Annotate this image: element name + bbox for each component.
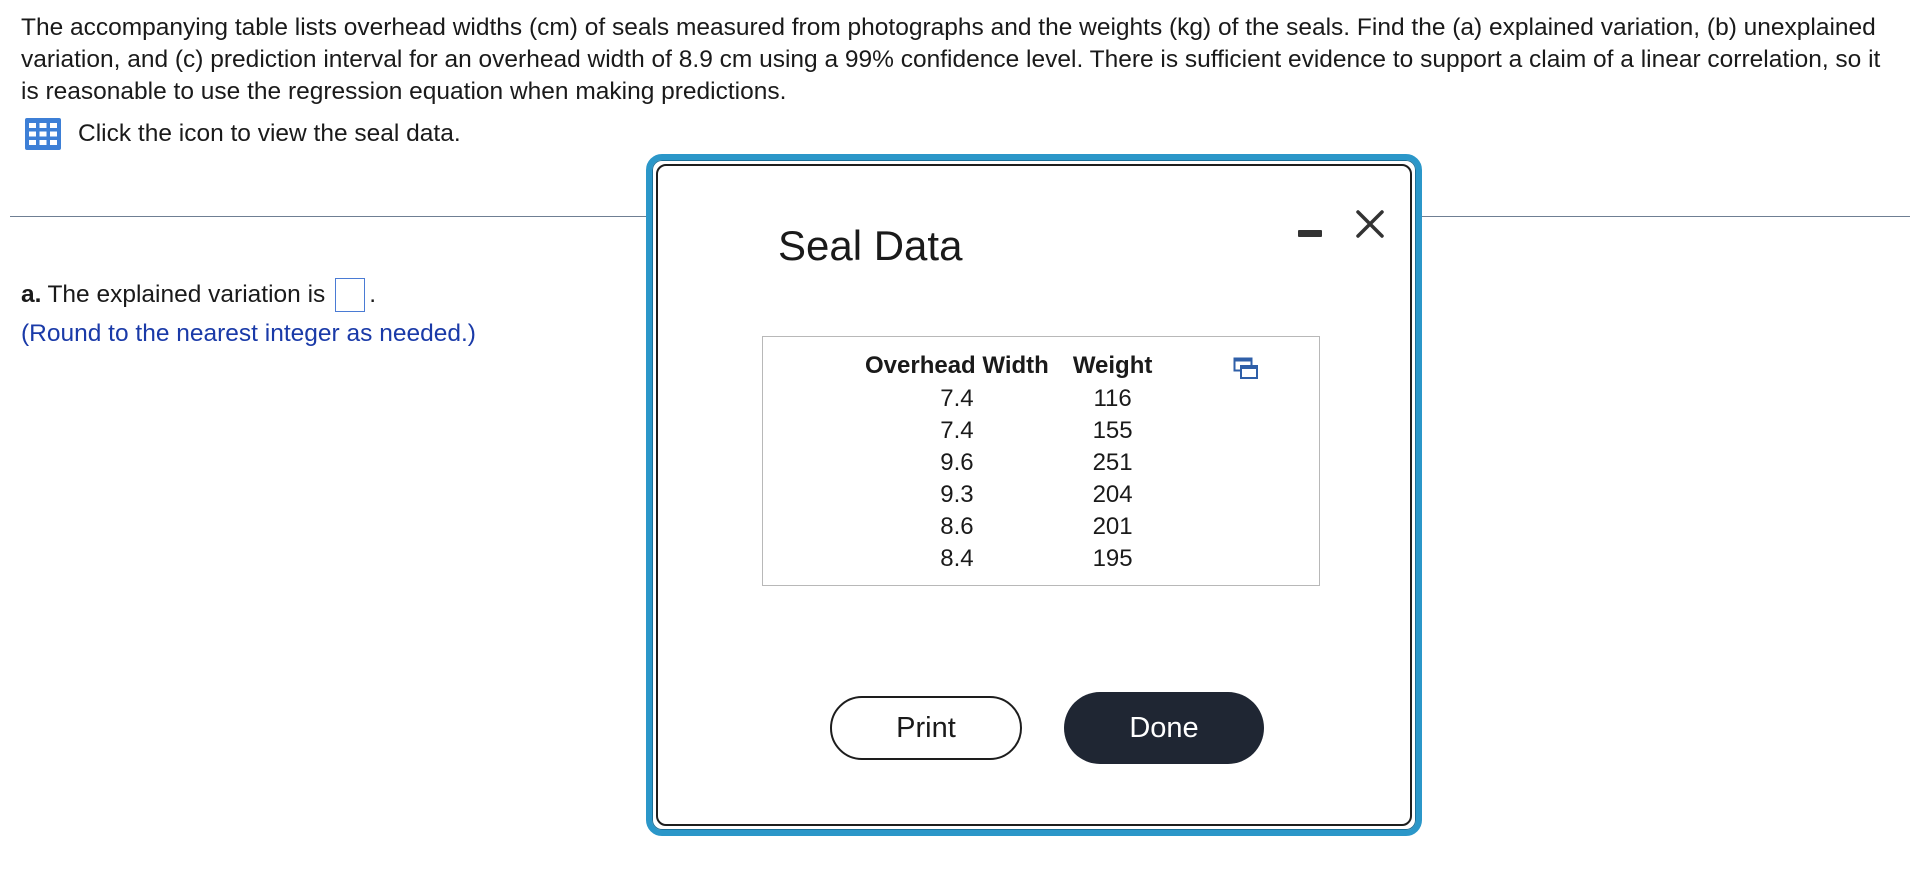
table-row: 9.3 204 bbox=[865, 479, 1176, 511]
minimize-icon bbox=[1298, 230, 1322, 237]
weight-cell: 201 bbox=[1092, 513, 1133, 540]
table-row: 9.6 251 bbox=[865, 447, 1176, 479]
overhead-width-cell: 8.4 bbox=[940, 545, 974, 572]
seal-data-table-frame: Overhead Width Weight 7.4 116 7.4 155 9.… bbox=[762, 336, 1320, 586]
rounding-hint: (Round to the nearest integer as needed.… bbox=[21, 320, 476, 347]
explained-variation-answer-box[interactable] bbox=[335, 278, 366, 312]
done-button[interactable]: Done bbox=[1064, 692, 1264, 764]
seal-data-link-text: Click the icon to view the seal data. bbox=[78, 120, 461, 147]
column-header-overhead-width: Overhead Width bbox=[865, 352, 1049, 379]
seal-data-dialog: Seal Data Overhead Width Weight 7.4 116 … bbox=[646, 154, 1422, 836]
overhead-width-cell: 9.6 bbox=[940, 449, 974, 476]
part-a-period: . bbox=[369, 281, 377, 308]
part-a-label: a. bbox=[21, 281, 42, 308]
overhead-width-cell: 7.4 bbox=[940, 385, 974, 412]
weight-cell: 204 bbox=[1092, 481, 1133, 508]
dialog-title: Seal Data bbox=[778, 222, 963, 269]
copy-icon[interactable] bbox=[1233, 357, 1259, 381]
table-row: 7.4 155 bbox=[865, 415, 1176, 447]
table-row: 8.6 201 bbox=[865, 511, 1176, 543]
table-icon[interactable] bbox=[24, 117, 62, 151]
table-header-row: Overhead Width Weight bbox=[865, 349, 1176, 383]
table-row: 7.4 116 bbox=[865, 383, 1176, 415]
overhead-width-cell: 8.6 bbox=[940, 513, 974, 540]
print-button[interactable]: Print bbox=[830, 696, 1022, 760]
overhead-width-cell: 7.4 bbox=[940, 417, 974, 444]
close-icon bbox=[1356, 210, 1384, 238]
weight-cell: 116 bbox=[1093, 385, 1132, 412]
question-text: The accompanying table lists overhead wi… bbox=[21, 14, 1881, 105]
part-a-prompt: a. The explained variation is . bbox=[21, 278, 376, 312]
part-a-text: The explained variation is bbox=[47, 281, 326, 308]
seal-data-link[interactable]: Click the icon to view the seal data. bbox=[24, 116, 461, 152]
weight-cell: 195 bbox=[1092, 545, 1133, 572]
seal-data-table: Overhead Width Weight 7.4 116 7.4 155 9.… bbox=[865, 349, 1176, 575]
weight-cell: 251 bbox=[1092, 449, 1133, 476]
minimize-button[interactable] bbox=[1292, 216, 1328, 246]
dialog-body: Seal Data Overhead Width Weight 7.4 116 … bbox=[656, 164, 1412, 826]
overhead-width-cell: 9.3 bbox=[940, 481, 974, 508]
close-button[interactable] bbox=[1350, 204, 1390, 244]
weight-cell: 155 bbox=[1092, 417, 1133, 444]
table-row: 8.4 195 bbox=[865, 543, 1176, 575]
column-header-weight: Weight bbox=[1072, 352, 1153, 379]
